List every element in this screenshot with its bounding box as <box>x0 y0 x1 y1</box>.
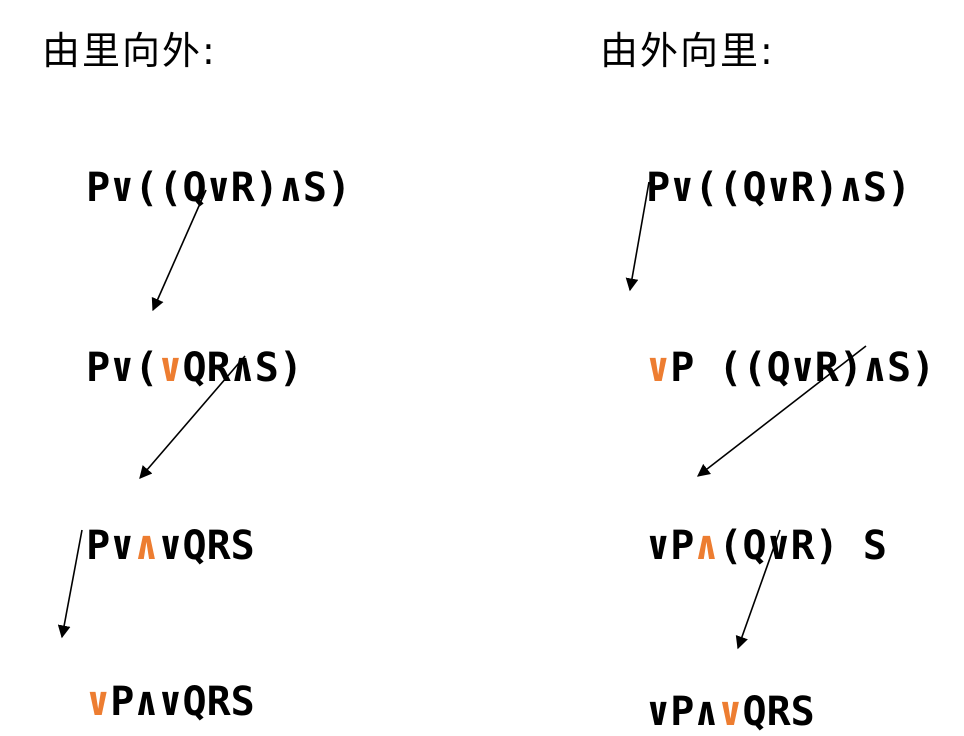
right-arrow-1 <box>625 181 650 292</box>
left-arrow-2 <box>139 355 246 479</box>
right-arrow-2 <box>696 345 867 477</box>
left-arrow-3 <box>57 529 83 639</box>
left-arrow-1 <box>151 189 207 312</box>
arrows-layer <box>57 181 867 650</box>
right-arrow-3 <box>735 529 781 650</box>
